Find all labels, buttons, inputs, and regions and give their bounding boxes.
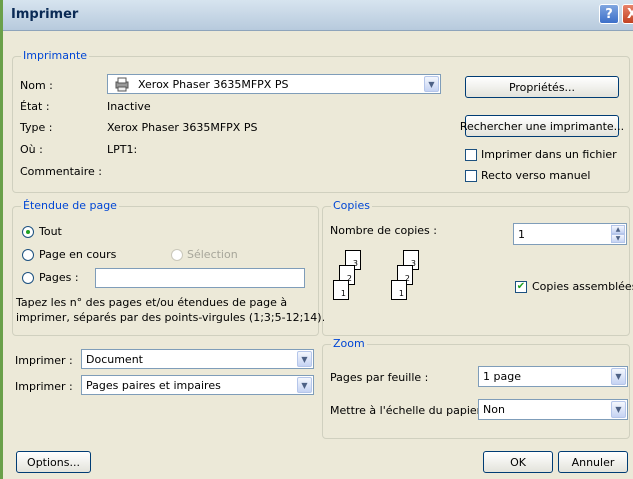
spin-down-icon[interactable]: ▼	[611, 234, 625, 243]
print-what-select[interactable]: Document ▼	[81, 349, 314, 369]
print-to-file-checkbox[interactable]	[465, 149, 477, 161]
range-all-label[interactable]: Tout	[39, 225, 62, 238]
chevron-down-icon[interactable]: ▼	[424, 76, 439, 92]
print-to-file-label[interactable]: Imprimer dans un fichier	[481, 148, 617, 161]
print-what-value: Document	[86, 353, 143, 366]
where-value: LPT1:	[107, 143, 138, 156]
printer-name-select[interactable]: Xerox Phaser 3635MFPX PS ▼	[107, 74, 441, 94]
printer-icon	[114, 76, 130, 92]
pages-per-sheet-label: Pages par feuille :	[330, 371, 429, 384]
manual-duplex-checkbox[interactable]	[465, 170, 477, 182]
state-label: État :	[20, 100, 50, 113]
where-label: Où :	[20, 143, 43, 156]
range-pages-radio[interactable]	[22, 272, 34, 284]
range-selection-label: Sélection	[187, 248, 238, 261]
chevron-down-icon[interactable]: ▼	[297, 377, 312, 393]
range-pages-label[interactable]: Pages :	[39, 271, 79, 284]
range-hint-line2: imprimer, séparés par des points-virgule…	[16, 311, 326, 324]
pages-per-sheet-select[interactable]: 1 page ▼	[478, 366, 628, 387]
scale-label: Mettre à l'échelle du papier :	[330, 404, 489, 417]
type-label: Type :	[20, 121, 53, 134]
window-title: Imprimer	[11, 7, 79, 22]
copies-legend: Copies	[331, 199, 372, 212]
scale-select[interactable]: Non ▼	[478, 399, 628, 420]
title-bar: Imprimer ? X	[3, 0, 633, 31]
zoom-legend: Zoom	[331, 337, 367, 350]
chevron-down-icon[interactable]: ▼	[611, 368, 626, 385]
collate-page-1b: 1	[391, 280, 407, 300]
name-label: Nom :	[20, 79, 53, 92]
spin-up-icon[interactable]: ▲	[611, 225, 625, 234]
properties-button[interactable]: Propriétés...	[465, 76, 619, 98]
range-all-radio[interactable]	[22, 226, 34, 238]
range-current-label[interactable]: Page en cours	[39, 248, 116, 261]
options-button[interactable]: Options...	[16, 451, 91, 473]
chevron-down-icon[interactable]: ▼	[611, 401, 626, 418]
print-pages-label: Imprimer :	[15, 380, 73, 393]
range-current-radio[interactable]	[22, 249, 34, 261]
copies-spinner[interactable]: ▲ ▼	[611, 225, 625, 243]
collate-page-1a: 1	[333, 280, 349, 300]
print-dialog: Imprimer ? X Imprimante Nom : Xerox Phas…	[0, 0, 633, 479]
printer-legend: Imprimante	[21, 49, 90, 62]
collate-checkbox[interactable]: ✔	[515, 281, 527, 293]
close-button[interactable]: X	[622, 4, 633, 24]
copies-count-label: Nombre de copies :	[330, 224, 437, 237]
comment-label: Commentaire :	[20, 165, 102, 178]
type-value: Xerox Phaser 3635MFPX PS	[107, 121, 258, 134]
copies-count-value: 1	[518, 228, 525, 241]
range-selection-radio	[171, 249, 183, 261]
zoom-group: Zoom	[322, 337, 630, 439]
scale-value: Non	[483, 403, 505, 416]
printer-name-value: Xerox Phaser 3635MFPX PS	[138, 78, 289, 91]
chevron-down-icon[interactable]: ▼	[297, 351, 312, 367]
help-button[interactable]: ?	[599, 4, 619, 24]
ok-button[interactable]: OK	[483, 451, 553, 473]
pages-per-sheet-value: 1 page	[483, 370, 521, 383]
print-pages-select[interactable]: Pages paires et impaires ▼	[81, 375, 314, 395]
copies-count-input[interactable]: 1 ▲ ▼	[513, 223, 627, 245]
collate-illustration-icon: 3 2 1 3 2 1	[329, 250, 439, 320]
page-range-legend: Étendue de page	[21, 199, 119, 212]
cancel-button[interactable]: Annuler	[558, 451, 628, 473]
manual-duplex-label[interactable]: Recto verso manuel	[481, 169, 590, 182]
print-what-label: Imprimer :	[15, 354, 73, 367]
state-value: Inactive	[107, 100, 151, 113]
collate-label[interactable]: Copies assemblées	[532, 280, 633, 293]
find-printer-button[interactable]: Rechercher une imprimante...	[460, 115, 624, 137]
range-hint-line1: Tapez les n° des pages et/ou étendues de…	[16, 296, 288, 309]
print-pages-value: Pages paires et impaires	[86, 379, 221, 392]
pages-input[interactable]	[95, 268, 305, 288]
